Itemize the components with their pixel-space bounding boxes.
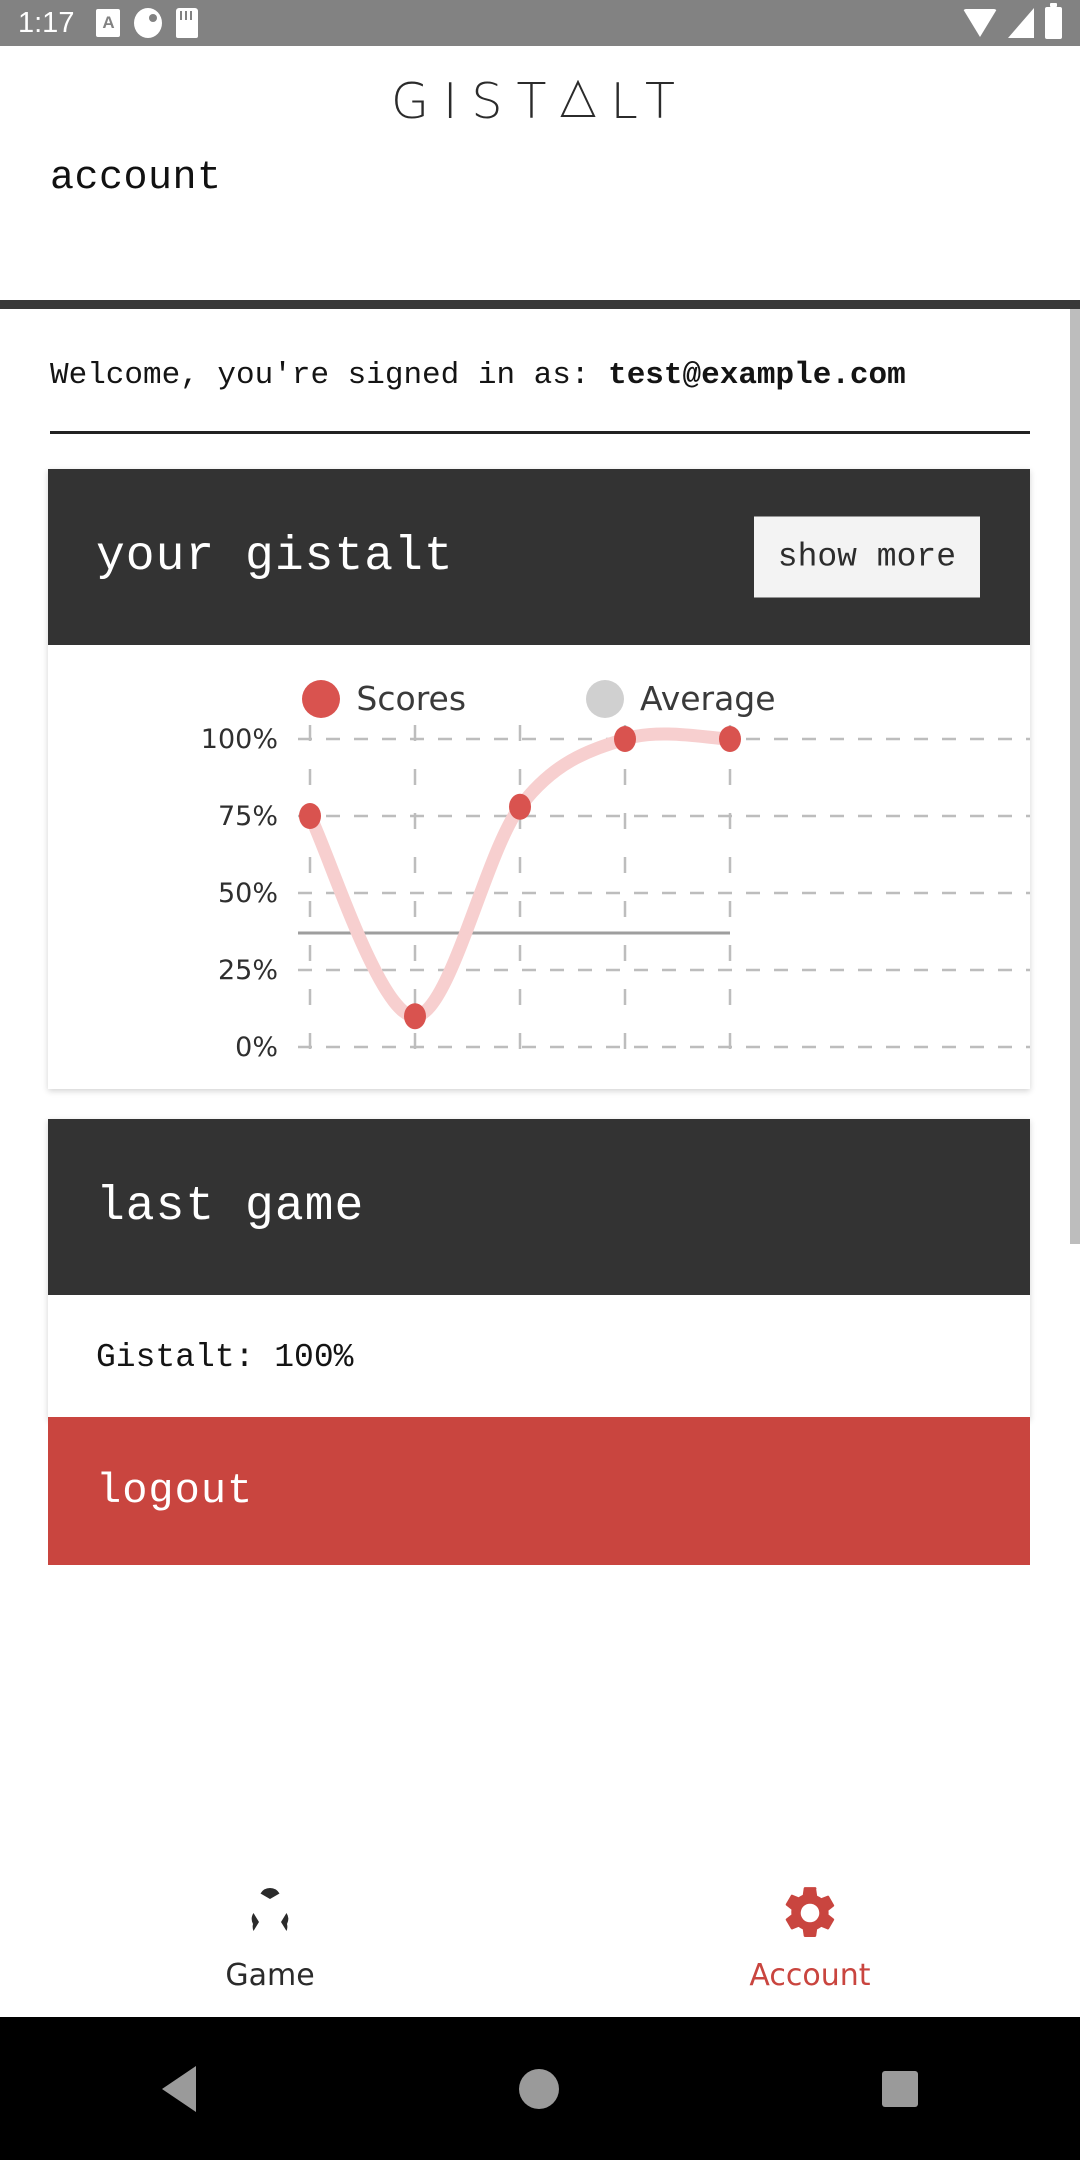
y-axis-tick-label: 0% — [235, 1032, 278, 1063]
notification-dot-icon — [134, 8, 163, 38]
chart-data-point[interactable] — [299, 803, 321, 829]
battery-icon — [1045, 3, 1062, 39]
bottom-navigation-bar: Game Account — [0, 1857, 1080, 2017]
legend-dot-average-icon — [586, 679, 625, 718]
scores-line-chart: Scores Average 100% 75% 50% 25% 0% — [48, 645, 1030, 1089]
last-game-card-title: last game — [96, 1180, 365, 1234]
gistalt-card: your gistalt show more Scores Average 10… — [48, 469, 1030, 1089]
nav-label-game: Game — [225, 1957, 315, 1993]
last-game-card-header: last game — [48, 1119, 1030, 1295]
last-game-card: last game Gistalt: 100% — [48, 1119, 1030, 1419]
chart-data-point[interactable] — [404, 1003, 426, 1030]
logout-button[interactable]: logout — [48, 1417, 1030, 1565]
gistalt-card-title: your gistalt — [96, 530, 454, 584]
chart-data-point[interactable] — [509, 793, 531, 820]
status-bar-system-icons — [963, 3, 1062, 39]
brand-text-part2: LT — [610, 72, 689, 130]
app-info-icon: A — [96, 9, 121, 37]
page-title: account — [50, 156, 222, 201]
scrollbar-track[interactable] — [1070, 309, 1080, 1857]
gistalt-card-body: Scores Average 100% 75% 50% 25% 0% — [48, 645, 1030, 1089]
recents-button-icon[interactable] — [882, 2070, 919, 2107]
legend-item-average: Average — [586, 679, 776, 718]
brand-triangle-a-icon — [560, 79, 597, 117]
gistalt-card-header: your gistalt show more — [48, 469, 1030, 645]
welcome-message: Welcome, you're signed in as: test@examp… — [50, 358, 906, 393]
y-axis-tick-label: 100% — [201, 724, 278, 755]
legend-dot-scores-icon — [302, 679, 341, 718]
app-root: 1:17 A GIST LT account Welcome, you're s… — [0, 0, 1080, 2160]
back-button-icon[interactable] — [161, 2065, 196, 2112]
kanizsa-triangle-icon — [251, 1887, 289, 1931]
last-game-card-body: Gistalt: 100% — [48, 1295, 1030, 1419]
android-system-nav — [0, 2017, 1080, 2160]
chart-legend: Scores Average — [48, 679, 1030, 718]
app-brand: GIST LT — [0, 46, 1080, 156]
welcome-divider — [50, 431, 1030, 434]
y-axis-tick-label: 25% — [218, 955, 278, 986]
scrollbar-thumb[interactable] — [1070, 309, 1080, 1244]
brand-text-part1: GIST — [391, 72, 561, 130]
gear-icon — [785, 1886, 835, 1937]
legend-item-scores: Scores — [302, 679, 466, 718]
chart-plot-area: 100% 75% 50% 25% 0% — [201, 724, 1030, 1063]
signed-in-email: test@example.com — [608, 358, 906, 393]
last-game-score: Gistalt: 100% — [96, 1338, 354, 1376]
main-scroll-area[interactable]: Welcome, you're signed in as: test@examp… — [0, 309, 1080, 1857]
chart-data-point[interactable] — [614, 726, 636, 752]
nav-item-game[interactable]: Game — [0, 1857, 540, 2017]
wifi-icon — [963, 9, 997, 37]
show-more-button[interactable]: show more — [753, 516, 980, 598]
legend-label-average: Average — [640, 679, 776, 718]
title-divider — [0, 300, 1080, 309]
signal-icon — [1008, 8, 1034, 38]
legend-label-scores: Scores — [356, 679, 467, 718]
status-bar: 1:17 A — [0, 0, 1080, 46]
home-button-icon[interactable] — [518, 2068, 559, 2109]
sdcard-icon — [176, 8, 199, 38]
chart-data-point[interactable] — [719, 726, 741, 752]
chart-y-axis-labels: 100% 75% 50% 25% 0% — [201, 724, 278, 1063]
y-axis-tick-label: 50% — [218, 878, 278, 909]
welcome-prefix: Welcome, you're signed in as: — [50, 358, 609, 393]
nav-item-account[interactable]: Account — [540, 1857, 1080, 2017]
status-bar-notification-icons: A — [96, 8, 199, 38]
brand-logo: GIST LT — [391, 73, 689, 130]
y-axis-tick-label: 75% — [218, 801, 278, 832]
status-bar-clock: 1:17 — [18, 7, 75, 39]
nav-label-account: Account — [749, 1957, 871, 1993]
app-info-icon-letter: A — [102, 13, 115, 32]
